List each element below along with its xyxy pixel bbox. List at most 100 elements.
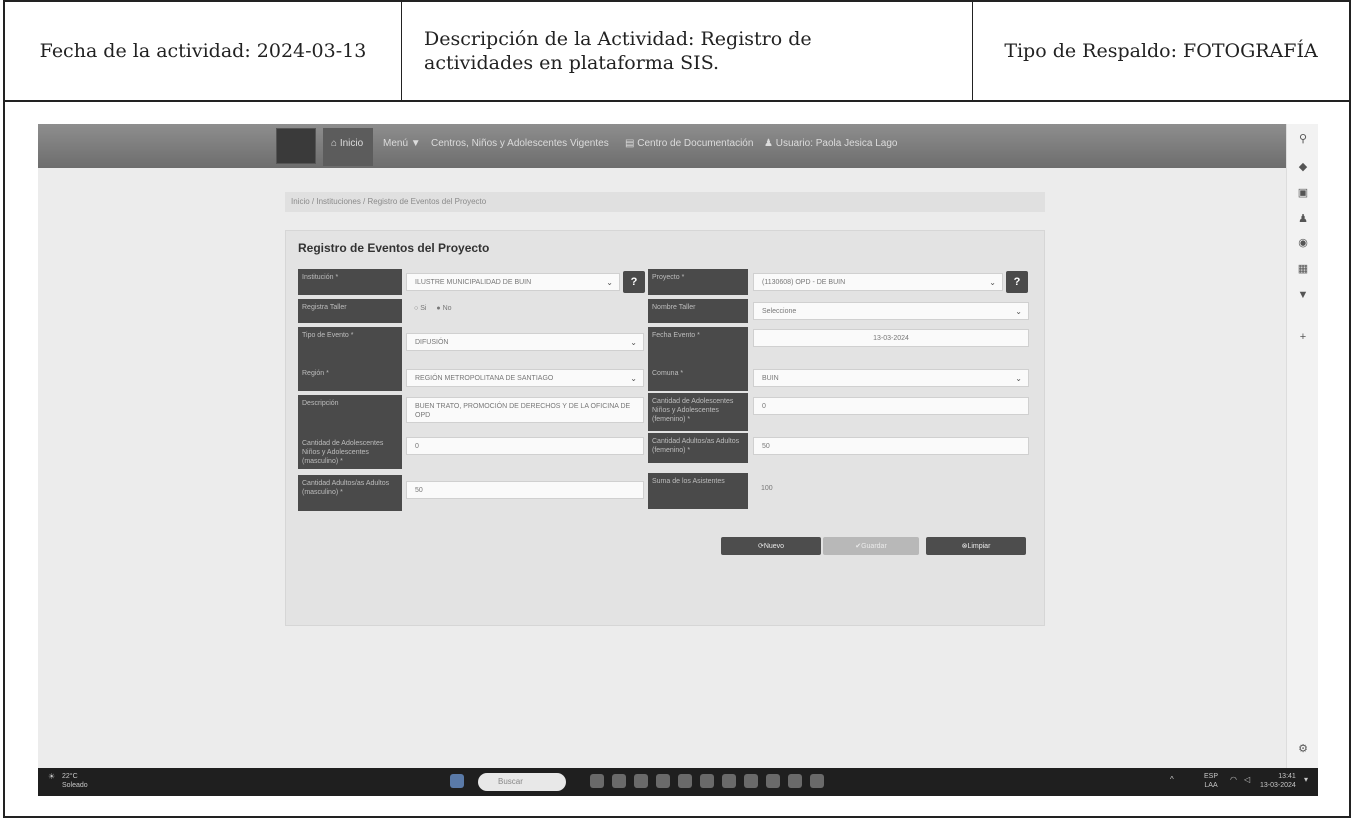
- app-logo: [276, 128, 316, 164]
- mail-icon[interactable]: [678, 774, 692, 788]
- nombre-taller-value: Seleccione: [762, 307, 797, 315]
- comuna-label: Comuna *: [648, 365, 748, 391]
- institucion-select[interactable]: ILUSTRE MUNICIPALIDAD DE BUIN ⌄: [406, 273, 620, 291]
- clear-button-label: Limpiar: [967, 542, 991, 550]
- teams-icon[interactable]: [810, 774, 824, 788]
- document-icon: ▤: [625, 138, 635, 149]
- chevron-down-icon: ⌄: [630, 373, 637, 383]
- tipo-evento-label: Tipo de Evento *: [298, 327, 402, 367]
- save-button-label: Guardar: [861, 542, 887, 550]
- activity-description-line2: actividades en plataforma SIS.: [424, 52, 720, 74]
- office-icon[interactable]: ▦: [1296, 262, 1310, 276]
- region-value: REGIÓN METROPOLITANA DE SANTIAGO: [415, 374, 554, 382]
- clock-date: 13-03-2024: [1260, 782, 1296, 789]
- people-icon[interactable]: ♟: [1296, 212, 1310, 226]
- nav-home[interactable]: ⌂ Inicio: [331, 138, 363, 149]
- nav-docs[interactable]: ▤ Centro de Documentación: [625, 138, 753, 149]
- weather-desc: Soleado: [62, 782, 88, 789]
- radio-no[interactable]: ● No: [436, 305, 451, 312]
- store-icon[interactable]: [656, 774, 670, 788]
- chat-icon[interactable]: [612, 774, 626, 788]
- event-form-panel: Registro de Eventos del Proyecto Institu…: [285, 230, 1045, 626]
- cant-nna-masc-label: Cantidad de Adolescentes Niños y Adolesc…: [298, 435, 402, 469]
- document-header: Fecha de la actividad: 2024-03-13 Descri…: [5, 2, 1349, 102]
- tipo-evento-value: DIFUSIÓN: [415, 338, 449, 346]
- settings-icon[interactable]: ⚙: [1296, 742, 1310, 756]
- fecha-evento-label: Fecha Evento *: [648, 327, 748, 367]
- chevron-down-icon: ⌄: [989, 277, 996, 287]
- lang-code: ESP: [1204, 773, 1219, 780]
- weather-widget[interactable]: 22°C Soleado: [62, 772, 88, 790]
- cant-nna-masc-input[interactable]: 0: [406, 437, 644, 455]
- cant-adultos-masc-label: Cantidad Adultos/as Adultos (masculino) …: [298, 475, 402, 511]
- app-icon[interactable]: [722, 774, 736, 788]
- chevron-down-icon: ⌄: [630, 337, 637, 347]
- comuna-select[interactable]: BUIN ⌄: [753, 369, 1029, 387]
- cant-adultos-fem-input[interactable]: 50: [753, 437, 1029, 455]
- suma-label: Suma de los Asistentes: [648, 473, 748, 509]
- tray-chevron-icon[interactable]: ^: [1170, 775, 1174, 784]
- page-title: Registro de Eventos del Proyecto: [298, 241, 490, 255]
- weather-icon[interactable]: ☀: [48, 772, 55, 781]
- taskbar-search[interactable]: Buscar: [478, 773, 566, 791]
- calendar-icon[interactable]: [700, 774, 714, 788]
- clear-button[interactable]: ⊗ Limpiar: [926, 537, 1026, 555]
- nav-home-label: Inicio: [339, 138, 364, 149]
- tag-icon[interactable]: ◆: [1296, 160, 1310, 174]
- user-icon: ♟: [764, 138, 773, 149]
- tipo-evento-select[interactable]: DIFUSIÓN ⌄: [406, 333, 644, 351]
- fecha-evento-input[interactable]: 13-03-2024: [753, 329, 1029, 347]
- clock-time: 13:41: [1278, 773, 1296, 780]
- nav-user[interactable]: ♟ Usuario: Paola Jesica Lago: [764, 138, 898, 149]
- descripcion-textarea[interactable]: BUEN TRATO, PROMOCIÓN DE DERECHOS Y DE L…: [406, 397, 644, 423]
- outlook-icon[interactable]: ▼: [1296, 288, 1310, 302]
- suma-value: 100: [761, 484, 773, 492]
- edge-icon[interactable]: [788, 774, 802, 788]
- cant-nna-fem-label: Cantidad de Adolescentes Niños y Adolesc…: [648, 393, 748, 431]
- new-button-label: Nuevo: [763, 542, 785, 550]
- institucion-info-button[interactable]: ?: [623, 271, 645, 293]
- nombre-taller-select[interactable]: Seleccione ⌄: [753, 302, 1029, 320]
- add-icon[interactable]: +: [1296, 330, 1310, 344]
- descripcion-label: Descripción: [298, 395, 402, 435]
- nav-menu[interactable]: Menú ▼: [383, 138, 421, 149]
- volume-icon[interactable]: ◁: [1244, 775, 1250, 784]
- registra-taller-radio-group: ○ Si ● No: [414, 305, 452, 312]
- search-icon[interactable]: ⚲: [1296, 132, 1310, 146]
- backup-type: Tipo de Respaldo: FOTOGRAFÍA: [1004, 40, 1318, 62]
- windows-taskbar: ☀ 22°C Soleado Buscar ^ ESP LAA ◠ ◁ 13:41 1…: [38, 768, 1318, 796]
- briefcase-icon[interactable]: ▣: [1296, 186, 1310, 200]
- language-indicator[interactable]: ESP LAA: [1204, 772, 1218, 790]
- nav-docs-label: Centro de Documentación: [637, 138, 754, 149]
- chrome-icon[interactable]: [766, 774, 780, 788]
- proyecto-info-button[interactable]: ?: [1006, 271, 1028, 293]
- shield-icon[interactable]: [744, 774, 758, 788]
- cant-nna-fem-input[interactable]: 0: [753, 397, 1029, 415]
- screenshot-photo: ⌂ Inicio Menú ▼ Centros, Niños y Adolesc…: [38, 124, 1318, 796]
- cant-adultos-fem-label: Cantidad Adultos/as Adultos (femenino) *: [648, 433, 748, 463]
- chevron-down-icon: ⌄: [1015, 306, 1022, 316]
- comuna-value: BUIN: [762, 374, 779, 382]
- windows-start-icon[interactable]: [450, 774, 464, 788]
- wifi-icon[interactable]: ◠: [1230, 775, 1237, 784]
- save-button[interactable]: ✔ Guardar: [823, 537, 919, 555]
- circle-icon[interactable]: ◉: [1296, 236, 1310, 250]
- task-view-icon[interactable]: [590, 774, 604, 788]
- radio-si[interactable]: ○ Si: [414, 305, 426, 312]
- new-button[interactable]: ⟳ Nuevo: [721, 537, 821, 555]
- clock[interactable]: 13:41 13-03-2024: [1260, 772, 1296, 790]
- lang-layout: LAA: [1204, 782, 1218, 789]
- breadcrumb: Inicio / Instituciones / Registro de Eve…: [285, 192, 1045, 212]
- region-select[interactable]: REGIÓN METROPOLITANA DE SANTIAGO ⌄: [406, 369, 644, 387]
- activity-description-line1: Descripción de la Actividad: Registro de: [424, 28, 812, 50]
- explorer-icon[interactable]: [634, 774, 648, 788]
- proyecto-select[interactable]: (1130608) OPD - DE BUIN ⌄: [753, 273, 1003, 291]
- proyecto-label: Proyecto *: [648, 269, 748, 295]
- notification-icon[interactable]: ▾: [1304, 775, 1308, 784]
- activity-date: Fecha de la actividad: 2024-03-13: [5, 2, 402, 100]
- institucion-value: ILUSTRE MUNICIPALIDAD DE BUIN: [415, 278, 532, 286]
- nav-centers[interactable]: Centros, Niños y Adolescentes Vigentes: [431, 138, 609, 149]
- radio-si-label: Si: [420, 305, 427, 312]
- cant-adultos-masc-input[interactable]: 50: [406, 481, 644, 499]
- chevron-down-icon: ⌄: [1015, 373, 1022, 383]
